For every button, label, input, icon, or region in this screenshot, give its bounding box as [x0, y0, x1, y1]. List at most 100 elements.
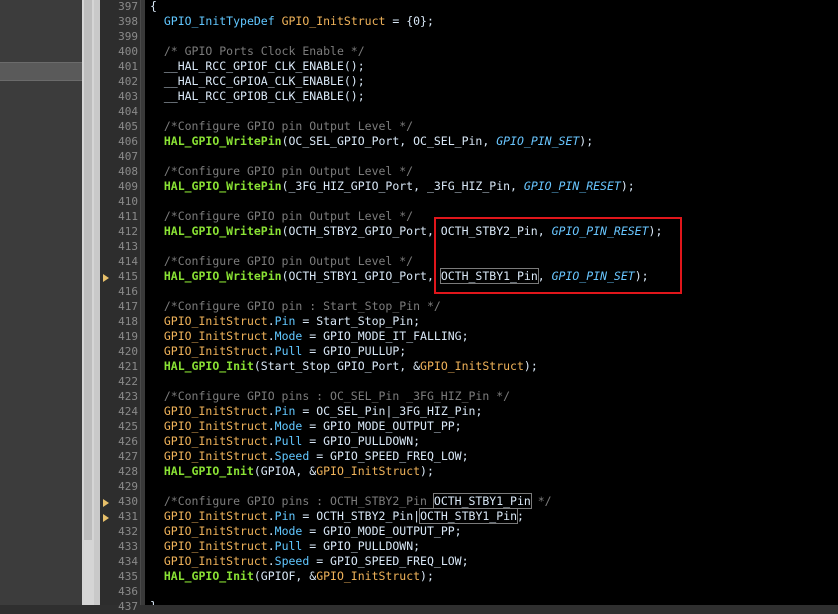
code-token: }: [150, 599, 157, 605]
code-token: = GPIO_PULLDOWN;: [302, 434, 421, 448]
code-token: = GPIO_MODE_OUTPUT_PP;: [302, 419, 462, 433]
code-token: );: [620, 179, 635, 193]
code-line[interactable]: GPIO_InitStruct.Speed = GPIO_SPEED_FREQ_…: [150, 554, 469, 569]
code-line[interactable]: GPIO_InitStruct.Pin = Start_Stop_Pin;: [150, 314, 420, 329]
code-line[interactable]: __HAL_RCC_GPIOB_CLK_ENABLE();: [150, 89, 365, 104]
line-number: 413: [118, 240, 138, 253]
line-number: 436: [118, 585, 138, 598]
code-line[interactable]: HAL_GPIO_WritePin(_3FG_HIZ_GPIO_Port, _3…: [150, 179, 635, 194]
bookmark-arrow-icon[interactable]: [103, 497, 113, 507]
code-token: = OCTH_STBY2_Pin|: [295, 509, 421, 523]
code-token: .: [267, 329, 275, 343]
code-line[interactable]: __HAL_RCC_GPIOA_CLK_ENABLE();: [150, 74, 365, 89]
code-token: = GPIO_PULLDOWN;: [302, 539, 421, 553]
code-token: ,: [537, 269, 552, 283]
code-line[interactable]: HAL_GPIO_Init(GPIOF, &GPIO_InitStruct);: [150, 569, 434, 584]
code-line[interactable]: GPIO_InitStruct.Speed = GPIO_SPEED_FREQ_…: [150, 449, 469, 464]
code-line[interactable]: GPIO_InitStruct.Pin = OCTH_STBY2_Pin|OCT…: [150, 508, 524, 524]
code-line[interactable]: GPIO_InitStruct.Pull = GPIO_PULLDOWN;: [150, 539, 420, 554]
code-token: (_3FG_HIZ_GPIO_Port, _3FG_HIZ_Pin,: [281, 179, 524, 193]
code-token: OCTH_STBY1_Pin: [419, 508, 518, 524]
code-token: GPIO_InitStruct: [163, 404, 268, 418]
code-token: /* GPIO Ports Clock Enable */: [163, 44, 365, 58]
code-editor[interactable]: { GPIO_InitTypeDef GPIO_InitStruct = {0}…: [145, 0, 838, 605]
line-number: 405: [118, 120, 138, 133]
code-token: /*Configure GPIO pin Output Level */: [163, 164, 414, 178]
code-token: HAL_GPIO_WritePin: [163, 179, 282, 193]
code-line[interactable]: GPIO_InitStruct.Mode = GPIO_MODE_OUTPUT_…: [150, 419, 462, 434]
code-token: GPIO_PIN_SET: [551, 269, 635, 283]
code-token: GPIO_InitStruct: [281, 14, 386, 28]
code-token: .: [267, 524, 275, 538]
line-number: 411: [118, 210, 138, 223]
code-token: Pin: [274, 314, 296, 328]
code-token: Speed: [274, 554, 310, 568]
code-line[interactable]: /*Configure GPIO pins : OCTH_STBY2_Pin O…: [150, 493, 552, 509]
code-line[interactable]: /*Configure GPIO pin : Start_Stop_Pin */: [150, 299, 441, 314]
code-token: );: [634, 269, 649, 283]
line-number: 429: [118, 480, 138, 493]
bookmark-arrow-icon[interactable]: [103, 512, 113, 522]
code-line[interactable]: GPIO_InitStruct.Pull = GPIO_PULLDOWN;: [150, 434, 420, 449]
code-token: HAL_GPIO_Init: [163, 464, 254, 478]
code-line[interactable]: /*Configure GPIO pin Output Level */: [150, 119, 413, 134]
explorer-scrollbar-thumb[interactable]: [84, 0, 92, 540]
code-token: HAL_GPIO_WritePin: [163, 224, 282, 238]
code-token: GPIO_PIN_RESET: [523, 179, 621, 193]
code-token: = Start_Stop_Pin;: [295, 314, 421, 328]
project-explorer-panel[interactable]: [0, 0, 82, 605]
code-token: .: [267, 449, 275, 463]
code-line[interactable]: {: [150, 0, 157, 14]
code-token: OCTH_STBY1_Pin: [432, 493, 532, 509]
line-number: 432: [118, 525, 138, 538]
code-line[interactable]: __HAL_RCC_GPIOF_CLK_ENABLE();: [150, 59, 365, 74]
code-token: .: [267, 434, 275, 448]
code-line[interactable]: GPIO_InitStruct.Pull = GPIO_PULLUP;: [150, 344, 406, 359]
code-line[interactable]: }: [150, 599, 157, 605]
line-number: 424: [118, 405, 138, 418]
line-number: 421: [118, 360, 138, 373]
line-number: 403: [118, 90, 138, 103]
bookmark-arrow-icon[interactable]: [103, 272, 113, 282]
code-line[interactable]: HAL_GPIO_Init(GPIOA, &GPIO_InitStruct);: [150, 464, 434, 479]
code-line[interactable]: /*Configure GPIO pin Output Level */: [150, 209, 413, 224]
line-number: 410: [118, 195, 138, 208]
code-token: .: [267, 314, 275, 328]
line-number: 397: [118, 0, 138, 13]
code-line[interactable]: HAL_GPIO_Init(Start_Stop_GPIO_Port, &GPI…: [150, 359, 538, 374]
line-number: 401: [118, 60, 138, 73]
code-line[interactable]: /*Configure GPIO pin Output Level */: [150, 254, 413, 269]
code-token: .: [267, 419, 275, 433]
code-token: GPIO_InitStruct: [316, 464, 421, 478]
line-number: 406: [118, 135, 138, 148]
code-token: GPIO_InitStruct: [163, 344, 268, 358]
code-line[interactable]: /* GPIO Ports Clock Enable */: [150, 44, 365, 59]
line-number: 422: [118, 375, 138, 388]
code-line[interactable]: HAL_GPIO_WritePin(OCTH_STBY2_GPIO_Port, …: [150, 224, 663, 239]
code-line[interactable]: HAL_GPIO_WritePin(OC_SEL_GPIO_Port, OC_S…: [150, 134, 593, 149]
code-line[interactable]: HAL_GPIO_WritePin(OCTH_STBY1_GPIO_Port, …: [150, 268, 649, 284]
code-line[interactable]: GPIO_InitStruct.Mode = GPIO_MODE_OUTPUT_…: [150, 524, 462, 539]
explorer-selected-row[interactable]: [0, 62, 82, 81]
code-line[interactable]: GPIO_InitStruct.Mode = GPIO_MODE_IT_FALL…: [150, 329, 469, 344]
code-token: GPIO_InitStruct: [163, 314, 268, 328]
code-token: );: [420, 464, 434, 478]
code-token: (Start_Stop_GPIO_Port, &: [253, 359, 421, 373]
code-line[interactable]: GPIO_InitStruct.Pin = OC_SEL_Pin|_3FG_HI…: [150, 404, 483, 419]
code-line[interactable]: GPIO_InitTypeDef GPIO_InitStruct = {0};: [150, 14, 434, 29]
code-token: Mode: [274, 419, 303, 433]
code-line[interactable]: /*Configure GPIO pins : OC_SEL_Pin _3FG_…: [150, 389, 510, 404]
code-token: (OCTH_STBY2_GPIO_Port, OCTH_STBY2_Pin,: [281, 224, 552, 238]
line-number: 435: [118, 570, 138, 583]
code-line[interactable]: /*Configure GPIO pin Output Level */: [150, 164, 413, 179]
code-token: );: [579, 134, 594, 148]
code-token: /*Configure GPIO pin Output Level */: [163, 254, 414, 268]
code-token: .: [267, 539, 275, 553]
